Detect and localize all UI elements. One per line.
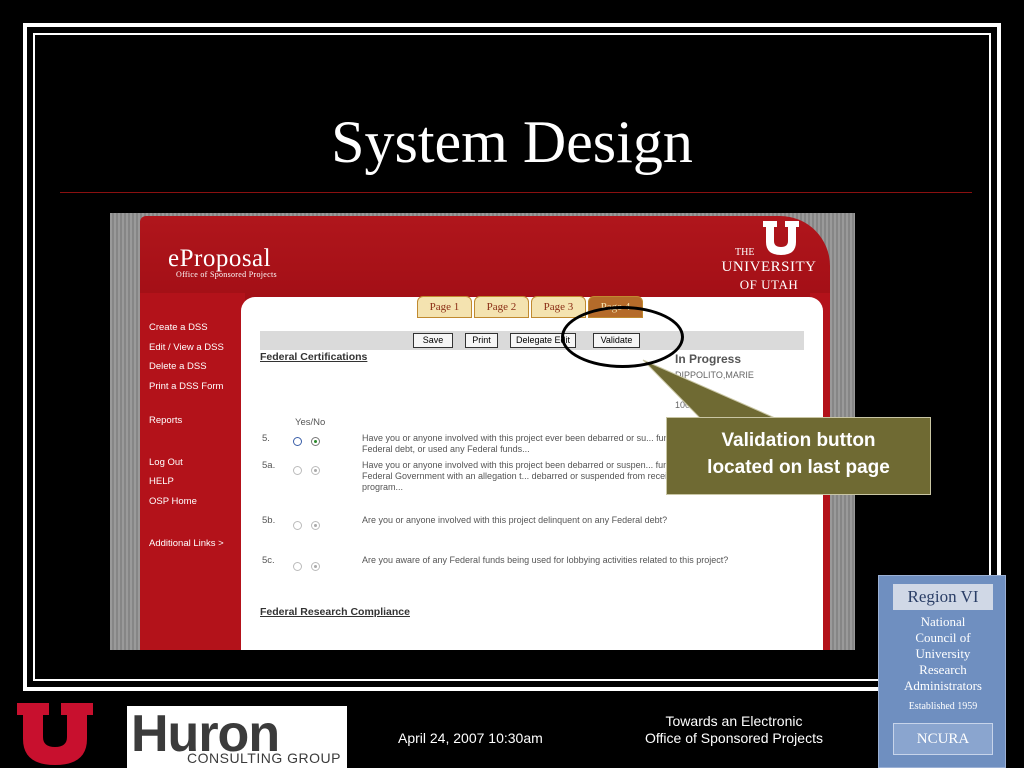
save-button[interactable]: Save bbox=[413, 333, 453, 348]
meta-name: DIPPOLITO,MARIE bbox=[675, 370, 754, 380]
tab-page-2[interactable]: Page 2 bbox=[474, 296, 529, 318]
nav-help[interactable]: HELP bbox=[149, 476, 174, 487]
ncura-line: Administrators bbox=[904, 678, 982, 693]
question-5c-no-radio[interactable] bbox=[311, 562, 320, 571]
meta-line-3: 1000... bbox=[675, 400, 703, 410]
university-of-utah: OF UTAH bbox=[739, 277, 799, 292]
huron-subtitle: CONSULTING GROUP bbox=[187, 750, 341, 766]
question-5-yes-radio[interactable] bbox=[293, 437, 302, 446]
nav-osp-home[interactable]: OSP Home bbox=[149, 496, 197, 507]
ncura-line: Council of bbox=[915, 630, 971, 645]
question-number: 5b. bbox=[262, 515, 276, 526]
huron-logo: Huron CONSULTING GROUP bbox=[127, 705, 347, 768]
section-federal-research-compliance: Federal Research Compliance bbox=[260, 606, 410, 618]
footer-date: April 24, 2007 10:30am bbox=[398, 730, 543, 746]
question-5c-yes-radio[interactable] bbox=[293, 562, 302, 571]
nav-reports[interactable]: Reports bbox=[149, 415, 182, 426]
block-u-icon bbox=[763, 221, 799, 255]
title-divider bbox=[60, 192, 972, 193]
slide-title: System Design bbox=[331, 109, 693, 175]
ncura-region: Region VI bbox=[893, 584, 993, 610]
university-of-utah-logo: THE UNIVERSITY OF UTAH bbox=[715, 217, 823, 299]
nav-log-out[interactable]: Log Out bbox=[149, 457, 183, 468]
slide: System Design eProposal Office of Sponso… bbox=[0, 0, 1024, 768]
ncura-line: Research bbox=[919, 662, 967, 677]
validate-highlight-ellipse bbox=[561, 306, 684, 368]
meta-line-2: 2...22 bbox=[675, 385, 698, 395]
footer-title-line-1: Towards an Electronic bbox=[665, 713, 803, 729]
question-5-no-radio[interactable] bbox=[311, 437, 320, 446]
university-name: UNIVERSITY bbox=[721, 259, 817, 275]
ncura-line: University bbox=[915, 646, 971, 661]
ncura-region-vi-logo: Region VI National Council of University… bbox=[878, 575, 1006, 768]
question-number: 5. bbox=[262, 433, 270, 444]
ncura-acronym: NCURA bbox=[893, 723, 993, 755]
question-5b-no-radio[interactable] bbox=[311, 521, 320, 530]
section-federal-certifications: Federal Certifications bbox=[260, 351, 368, 363]
print-button[interactable]: Print bbox=[465, 333, 498, 348]
nav-print-dss-form[interactable]: Print a DSS Form bbox=[149, 381, 223, 392]
question-5a-yes-radio[interactable] bbox=[293, 466, 302, 475]
question-5b-yes-radio[interactable] bbox=[293, 521, 302, 530]
nav-edit-view-dss[interactable]: Edit / View a DSS bbox=[149, 342, 224, 353]
question-text: Are you or anyone involved with this pro… bbox=[362, 515, 668, 525]
nav-create-dss[interactable]: Create a DSS bbox=[149, 322, 208, 333]
question-text: Are you aware of any Federal funds being… bbox=[362, 555, 729, 565]
university-the: THE bbox=[735, 247, 755, 258]
callout-line-1: Validation button bbox=[721, 430, 876, 451]
nav-additional-links[interactable]: Additional Links > bbox=[149, 538, 224, 549]
block-u-logo-icon bbox=[17, 703, 93, 765]
ncura-established: Established 1959 bbox=[908, 701, 978, 712]
nav-delete-dss[interactable]: Delete a DSS bbox=[149, 361, 207, 372]
callout-box: Validation button located on last page bbox=[666, 417, 931, 495]
callout-line-2: located on last page bbox=[707, 457, 890, 478]
question-number: 5a. bbox=[262, 460, 276, 471]
footer-title-line-2: Office of Sponsored Projects bbox=[645, 730, 823, 746]
eproposal-subtitle: Office of Sponsored Projects bbox=[176, 270, 277, 279]
yes-no-header: Yes/No bbox=[295, 417, 326, 428]
tab-page-1[interactable]: Page 1 bbox=[417, 296, 472, 318]
question-5a-no-radio[interactable] bbox=[311, 466, 320, 475]
ncura-line: National bbox=[920, 614, 966, 629]
eproposal-logo: eProposal bbox=[168, 245, 272, 272]
status-text: In Progress bbox=[675, 352, 742, 366]
question-number: 5c. bbox=[262, 555, 275, 566]
